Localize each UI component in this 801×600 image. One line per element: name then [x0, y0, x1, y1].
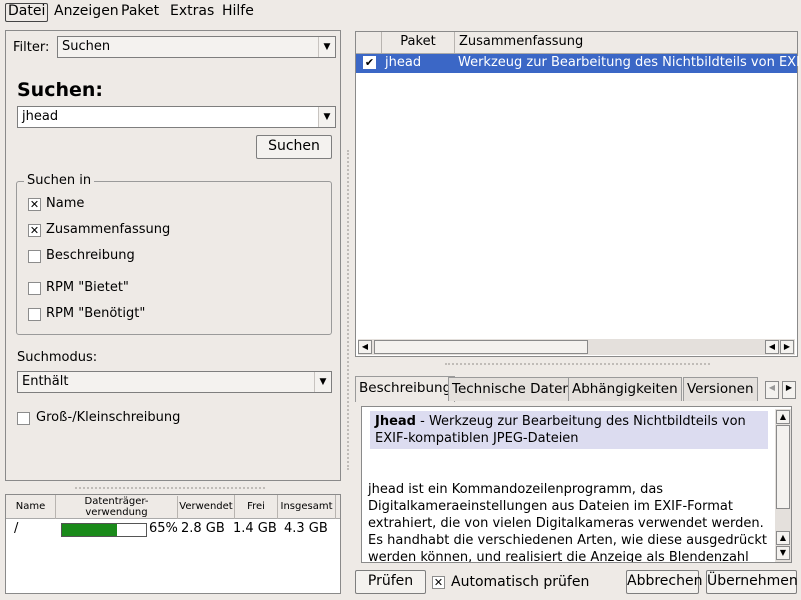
vertical-splitter-handle[interactable]	[347, 150, 349, 470]
search-panel: Filter: Suchen ▼ Suchen: jhead ▼ Suchen …	[5, 30, 341, 481]
search-mode-value: Enthält	[22, 374, 69, 389]
scroll-down-icon[interactable]: ▼	[776, 546, 790, 560]
table-row[interactable]: ✔ jhead Werkzeug zur Bearbeitung des Nic…	[356, 54, 801, 73]
option-summary-checkbox[interactable]: ✕	[28, 224, 41, 237]
description-title-bold: Jhead	[375, 414, 416, 429]
menu-extras[interactable]: Extras	[168, 3, 216, 22]
chevron-down-icon: ▼	[318, 37, 335, 57]
package-col-summary[interactable]: Zusammenfassung	[455, 32, 797, 53]
search-mode-select[interactable]: Enthält ▼	[17, 371, 332, 393]
vertical-scrollbar[interactable]: ▲ ▲ ▼	[775, 409, 791, 562]
scroll-left-icon[interactable]: ◀	[765, 340, 779, 354]
disk-table-header: Name Datenträger-verwendung Verwendet Fr…	[6, 495, 340, 519]
disk-usage-fill	[62, 524, 117, 536]
table-row[interactable]: / 65% 2.8 GB 1.4 GB 4.3 GB	[6, 521, 340, 539]
disk-usage-bar	[61, 523, 147, 537]
disk-row-used: 2.8 GB	[181, 521, 225, 536]
splitter-handle[interactable]	[445, 363, 710, 365]
tab-versions[interactable]: Versionen	[683, 377, 758, 401]
detail-tabs: Beschreibung Technische Daten Abhängigke…	[355, 376, 798, 405]
scrollbar-thumb[interactable]	[374, 340, 588, 354]
search-mode-label: Suchmodus:	[17, 350, 98, 365]
package-list: Paket Zusammenfassung ✔ jhead Werkzeug z…	[355, 31, 801, 357]
horizontal-scrollbar[interactable]: ◀ ◀ ▶	[358, 339, 795, 355]
option-provides-checkbox[interactable]	[28, 282, 41, 295]
scroll-right-icon[interactable]: ▶	[780, 340, 794, 354]
scrollbar-thumb[interactable]	[776, 425, 790, 509]
package-col-name[interactable]: Paket	[382, 32, 455, 53]
splitter-handle[interactable]	[75, 487, 265, 489]
case-sensitive-label: Groß-/Kleinschreibung	[36, 410, 181, 425]
menu-paket[interactable]: Paket	[119, 3, 161, 22]
description-title: Jhead - Werkzeug zur Bearbeitung des Nic…	[370, 411, 768, 449]
check-button[interactable]: Prüfen	[355, 570, 426, 594]
package-col-status[interactable]	[356, 32, 382, 53]
option-description-label: Beschreibung	[46, 248, 135, 263]
option-requires-checkbox[interactable]	[28, 308, 41, 321]
option-name-label: Name	[46, 196, 85, 211]
menu-anzeigen[interactable]: Anzeigen	[52, 3, 121, 22]
filter-select[interactable]: Suchen ▼	[57, 36, 336, 58]
tab-description[interactable]: Beschreibung	[355, 376, 456, 402]
disk-col-used[interactable]: Verwendet	[178, 495, 235, 519]
disk-col-total[interactable]: Insgesamt	[278, 495, 336, 519]
auto-check-checkbox[interactable]: ✕	[432, 576, 445, 589]
filter-value: Suchen	[62, 39, 111, 54]
disk-row-total: 4.3 GB	[284, 521, 328, 536]
scroll-up-icon[interactable]: ▲	[776, 531, 790, 545]
package-table-header: Paket Zusammenfassung	[356, 32, 797, 54]
disk-col-usage[interactable]: Datenträger-verwendung	[56, 496, 178, 519]
package-row-summary: Werkzeug zur Bearbeitung des Nichtbildte…	[458, 55, 801, 70]
option-provides-label: RPM "Bietet"	[46, 280, 129, 295]
scroll-left-icon[interactable]: ◀	[358, 340, 372, 354]
description-view: Jhead - Werkzeug zur Bearbeitung des Nic…	[361, 406, 792, 563]
search-input-value: jhead	[22, 109, 59, 124]
disk-row-name: /	[14, 521, 19, 536]
search-input[interactable]: jhead ▼	[17, 106, 336, 128]
chevron-down-icon: ▼	[318, 107, 335, 127]
option-description-checkbox[interactable]	[28, 250, 41, 263]
tab-scroll-left-icon[interactable]: ◀	[765, 381, 779, 399]
chevron-down-icon: ▼	[314, 372, 331, 392]
description-title-rest: - Werkzeug zur Bearbeitung des Nichtbild…	[375, 414, 746, 446]
package-row-name: jhead	[385, 55, 422, 70]
search-heading: Suchen:	[17, 79, 104, 101]
apply-button[interactable]: Übernehmen	[706, 570, 798, 594]
option-summary-label: Zusammenfassung	[46, 222, 171, 237]
disk-col-name[interactable]: Name	[6, 495, 56, 519]
search-button[interactable]: Suchen	[256, 135, 332, 159]
tab-scroll-right-icon[interactable]: ▶	[782, 381, 796, 399]
tab-dependencies[interactable]: Abhängigkeiten	[568, 377, 682, 401]
disk-row-percent: 65%	[149, 521, 178, 536]
scroll-up-icon[interactable]: ▲	[776, 410, 790, 424]
disk-col-free[interactable]: Frei	[235, 495, 278, 519]
option-requires-label: RPM "Benötigt"	[46, 306, 146, 321]
disk-row-free: 1.4 GB	[233, 521, 277, 536]
menu-datei[interactable]: Datei	[5, 3, 49, 22]
disk-usage-table: Name Datenträger-verwendung Verwendet Fr…	[5, 494, 341, 594]
menu-hilfe[interactable]: Hilfe	[220, 3, 256, 22]
description-body: jhead ist ein Kommandozeilenprogramm, da…	[368, 482, 767, 563]
search-in-title: Suchen in	[24, 173, 95, 189]
filter-label: Filter:	[13, 40, 50, 55]
package-row-checkbox[interactable]: ✔	[363, 56, 376, 69]
auto-check-label: Automatisch prüfen	[451, 574, 590, 590]
cancel-button[interactable]: Abbrechen	[626, 570, 702, 594]
menu-bar: Datei Anzeigen Paket Extras Hilfe	[0, 0, 801, 24]
option-name-checkbox[interactable]: ✕	[28, 198, 41, 211]
case-sensitive-checkbox[interactable]	[17, 412, 30, 425]
tab-technical-data[interactable]: Technische Daten	[448, 377, 575, 401]
